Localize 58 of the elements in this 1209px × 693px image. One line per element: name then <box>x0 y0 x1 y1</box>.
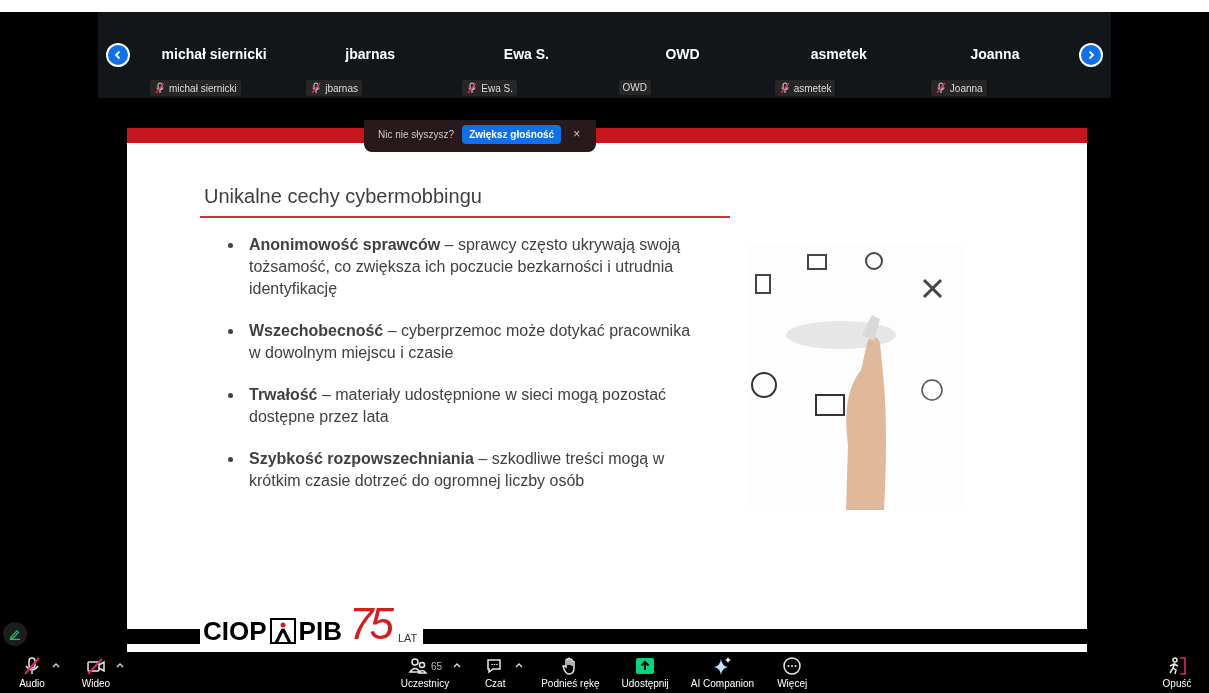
participants-button[interactable]: 65 Uczestnicy <box>396 652 454 689</box>
participant-label: Joanna <box>930 80 987 96</box>
caret-icon[interactable] <box>52 662 60 668</box>
participant-name: Ewa S. <box>502 46 550 62</box>
bullet-text: Anonimowość sprawców – sprawcy często ukrywają swoją tożsamość, co zwiększa ich poczucie bezkarności i utrudnia identyfikację <box>249 235 682 299</box>
logo-icon <box>269 618 296 644</box>
bullet-text: Trwałość – materiały udostępnione w sieci mogą pozostać dostępne przez lata <box>249 385 668 427</box>
participants-icon <box>407 656 428 676</box>
participant-label: jbarnas <box>306 80 362 96</box>
sparkle-button[interactable]: AI Companion <box>686 652 759 689</box>
annotate-button[interactable] <box>3 622 27 646</box>
camera-button[interactable]: Wideo <box>76 652 116 689</box>
participant-name: jbarnas <box>344 46 397 62</box>
caret-icon[interactable] <box>116 662 124 668</box>
slide-title: Unikalne cechy cybermobbingu <box>200 185 730 218</box>
more-icon <box>782 656 803 676</box>
muted-microphone-icon <box>154 82 166 94</box>
increase-volume-button[interactable]: Zwiększ głośność <box>462 124 562 144</box>
participant-count: 65 <box>430 660 443 672</box>
pencil-icon <box>9 628 21 640</box>
participant-name: Joanna <box>969 46 1021 62</box>
notification-text: Nic nie słyszysz? <box>378 128 455 140</box>
participant-name: asmetek <box>809 46 868 62</box>
leave-button[interactable]: Opuść <box>1157 652 1197 689</box>
logo-text: CIOP <box>203 618 267 644</box>
participant-label: asmetek <box>774 80 836 96</box>
leave-icon <box>1167 656 1187 676</box>
participant-label: Ewa S. <box>462 80 517 96</box>
share-button[interactable]: Udostępnij <box>617 652 673 689</box>
participant-name: OWD <box>664 46 701 62</box>
chevron-right-icon <box>1086 50 1096 60</box>
bullet-icon <box>228 457 233 462</box>
chat-button[interactable]: Czat <box>475 652 516 689</box>
participant-label: OWD <box>618 80 651 95</box>
chevron-left-icon <box>113 50 123 60</box>
previous-page-button[interactable] <box>106 43 130 67</box>
more-button[interactable]: Więcej <box>772 652 813 689</box>
share-icon <box>635 656 656 676</box>
participant-label: michał siernicki <box>150 80 241 96</box>
mic-button[interactable]: Audio <box>12 652 52 689</box>
logo-number: 75 <box>348 604 390 644</box>
bullet-text: Wszechobecność – cyberprzemoc może dotykać pracownika w dowolnym miejscu i czasie <box>249 321 692 363</box>
muted-microphone-icon <box>466 82 479 94</box>
caret-icon[interactable] <box>453 662 462 668</box>
bullet-icon <box>228 329 233 334</box>
hand-button[interactable]: Podnieś rękę <box>537 652 604 689</box>
participant-name: michał siernicki <box>160 46 268 62</box>
bullet-icon <box>228 393 233 398</box>
bullet-icon <box>228 243 233 248</box>
logo-caption: LAT <box>397 632 418 644</box>
bullet-text: Szybkość rozpowszechniania – szkodliwe treści mogą w krótkim czasie dotrzeć do ogromnej liczby osób <box>249 449 666 491</box>
muted-microphone-icon <box>934 82 947 94</box>
logo-text: PIB <box>298 618 342 644</box>
caret-icon[interactable] <box>515 662 524 668</box>
muted-microphone-icon <box>310 82 323 94</box>
next-page-button[interactable] <box>1079 43 1103 67</box>
muted-microphone-icon <box>778 82 791 94</box>
close-button[interactable]: × <box>569 127 585 141</box>
